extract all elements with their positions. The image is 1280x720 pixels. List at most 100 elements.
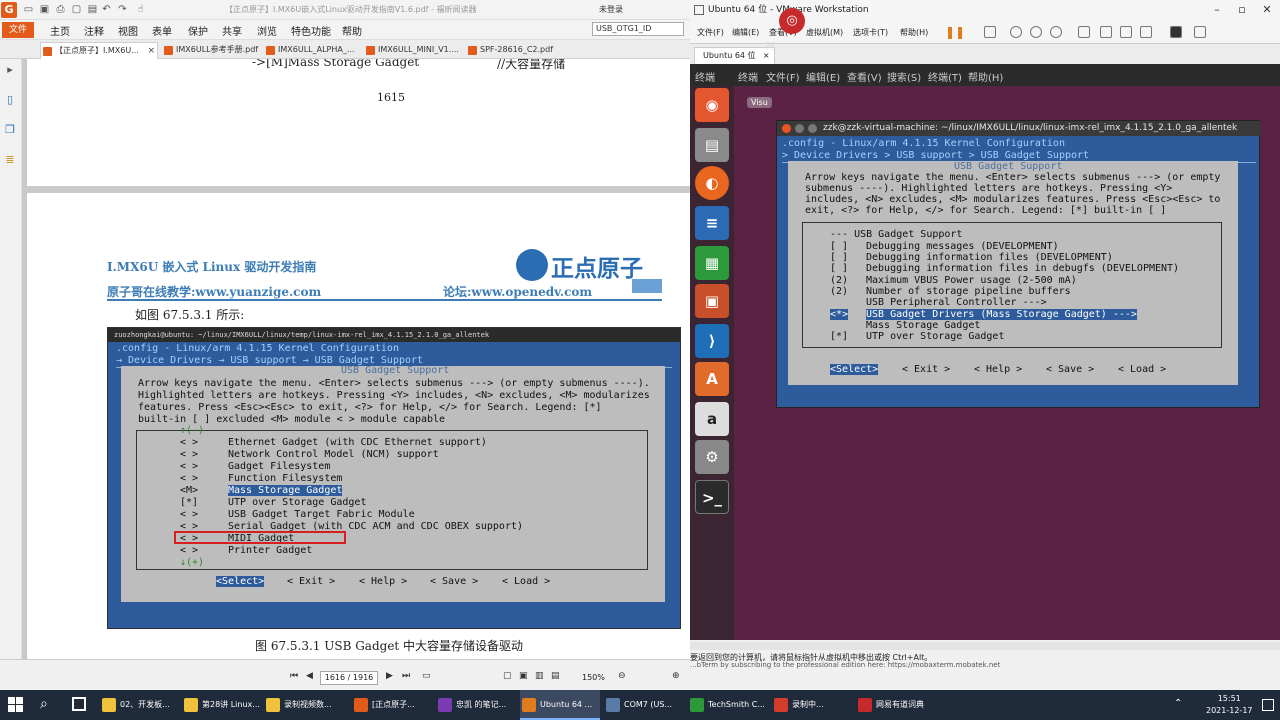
library-icon[interactable] [1078, 26, 1090, 38]
menu-share[interactable]: 共享 [222, 23, 242, 38]
document-view[interactable]: ->[M]Mass Storage Gadget //大容量存储 1615 I.… [22, 59, 690, 659]
terminal-window[interactable]: zzk@zzk-virtual-machine: ~/linux/IMX6ULL… [776, 120, 1261, 408]
notification-icon[interactable] [1262, 699, 1274, 711]
taskbar-item[interactable]: 忠凯 的笔记... [436, 690, 516, 720]
close-icon[interactable] [782, 124, 791, 133]
maximize-icon[interactable] [808, 124, 817, 133]
close-icon[interactable]: ✕ [1260, 3, 1274, 17]
console-icon[interactable] [1170, 26, 1182, 38]
layers-icon[interactable]: ≣ [4, 153, 16, 167]
terminal-icon[interactable]: >_ [695, 480, 729, 514]
minimize-icon[interactable] [795, 124, 804, 133]
files-icon[interactable]: ▤ [695, 128, 729, 162]
taskbar-item[interactable]: 录制中... [772, 690, 852, 720]
firefox-icon[interactable]: ◐ [695, 166, 729, 200]
unity-icon[interactable] [1140, 26, 1152, 38]
top-menu-edit[interactable]: 编辑(E) [806, 69, 840, 84]
page2-icon[interactable]: ▤ [86, 3, 99, 16]
vm-menu-vm[interactable]: 虚拟机(M) [806, 27, 843, 38]
load-button[interactable]: < Load > [1118, 364, 1166, 375]
prev-page-icon[interactable]: ◀ [306, 671, 313, 681]
taskbar-item[interactable]: 录制视频数... [264, 690, 344, 720]
taskbar-item[interactable]: COM7 (US... [604, 690, 684, 720]
vm-menu-help[interactable]: 帮助(H) [900, 27, 928, 38]
save-button[interactable]: < Save > [1046, 364, 1094, 375]
zoom-out-icon[interactable]: ⊖ [618, 671, 626, 681]
clock[interactable]: 15:51 2021-12-17 [1206, 693, 1253, 717]
page-icon[interactable]: ▢ [70, 3, 83, 16]
foxit-app-icon[interactable]: G [1, 2, 17, 18]
menu-comment[interactable]: 注释 [84, 23, 104, 38]
maximize-icon[interactable]: ▫ [1235, 3, 1249, 17]
zoom-in-icon[interactable]: ⊕ [672, 671, 680, 681]
single-page-icon[interactable]: ▢ [503, 671, 512, 681]
menu-protect[interactable]: 保护 [188, 23, 208, 38]
menu-features[interactable]: 特色功能 [291, 23, 331, 38]
page-number-input[interactable]: 1616 / 1916 [320, 671, 378, 685]
undo-icon[interactable]: ↶ [100, 3, 113, 16]
minimize-icon[interactable]: – [1210, 3, 1224, 17]
open-icon[interactable]: ▭ [22, 3, 35, 16]
taskbar-item[interactable]: TechSmith C... [688, 690, 768, 720]
tab-doc-4[interactable]: IMX6ULL_MINI_V1.... [364, 42, 464, 59]
stretch-icon[interactable] [1194, 26, 1206, 38]
taskbar-item-active[interactable]: Ubuntu 64 ... [520, 690, 600, 720]
select-button[interactable]: <Select> [830, 364, 879, 375]
top-menu-search[interactable]: 搜索(S) [887, 69, 921, 84]
vm-menu-file[interactable]: 文件(F) [697, 27, 724, 38]
last-page-icon[interactable]: ⏭ [402, 671, 410, 681]
menu-help[interactable]: 帮助 [342, 23, 362, 38]
bookmark-icon[interactable]: ▯ [4, 93, 16, 107]
snapshot-icon[interactable] [1010, 26, 1022, 38]
tray-expand-icon[interactable]: ⌃ [1174, 698, 1182, 709]
tab-ubuntu[interactable]: Ubuntu 64 位 × [694, 47, 775, 64]
help-button[interactable]: < Help > [974, 364, 1022, 375]
full-screen-icon[interactable] [1120, 26, 1132, 38]
vm-menu-edit[interactable]: 编辑(E) [732, 27, 759, 38]
top-menu-terminal[interactable]: 终端 [738, 69, 758, 84]
netease-music-icon[interactable]: ◎ [779, 8, 805, 34]
taskbar-item[interactable]: [正点原子... [352, 690, 432, 720]
collapse-arrow-icon[interactable]: ▸ [4, 63, 16, 77]
send-keys-icon[interactable] [984, 26, 996, 38]
tab-doc-5[interactable]: SPF-28616_C2.pdf [466, 42, 566, 59]
hand-tool-icon[interactable]: ☝ [134, 3, 147, 16]
redo-icon[interactable]: ↷ [116, 3, 129, 16]
revert-snapshot-icon[interactable] [1030, 26, 1042, 38]
vm-menu-tabs[interactable]: 选项卡(T) [853, 27, 888, 38]
close-icon[interactable]: × [147, 43, 155, 59]
top-menu-help[interactable]: 帮助(H) [968, 69, 1003, 84]
vscode-icon[interactable]: ⟩ [695, 324, 729, 358]
pages-icon[interactable]: ❐ [4, 123, 16, 137]
menu-home[interactable]: 主页 [50, 23, 70, 38]
top-menu-view[interactable]: 查看(V) [847, 69, 882, 84]
taskbar-item[interactable]: 第28讲 Linux... [182, 690, 262, 720]
facing-icon[interactable]: ▥ [535, 671, 544, 681]
tab-doc-3[interactable]: IMX6ULL_ALPHA_... [264, 42, 362, 59]
first-page-icon[interactable]: ⏮ [290, 671, 298, 681]
top-menu-file[interactable]: 文件(F) [766, 69, 800, 84]
ubuntu-dash-icon[interactable]: ◉ [695, 88, 729, 122]
windows-start-icon[interactable] [8, 697, 24, 713]
task-view-icon[interactable] [72, 697, 86, 711]
calc-icon[interactable]: ▦ [695, 246, 729, 280]
next-page-icon[interactable]: ▶ [386, 671, 393, 681]
pause-icon[interactable]: ❚❚ [945, 25, 965, 39]
save-icon[interactable]: ▣ [38, 3, 51, 16]
split-view-icon[interactable] [1100, 26, 1112, 38]
snapshot-manager-icon[interactable] [1050, 26, 1062, 38]
menu-view[interactable]: 视图 [118, 23, 138, 38]
continuous-icon[interactable]: ▣ [519, 671, 528, 681]
login-status[interactable]: 未登录 [599, 4, 623, 15]
tab-doc-2[interactable]: IMX6ULL参考手册.pdf [162, 42, 262, 59]
horizontal-scrollbar[interactable] [690, 642, 1280, 650]
settings-icon[interactable]: ⚙ [695, 440, 729, 474]
top-menu-term[interactable]: 终端(T) [928, 69, 962, 84]
print-icon[interactable]: ⎙ [54, 3, 67, 16]
amazon-icon[interactable]: a [695, 402, 729, 436]
menu-browse[interactable]: 浏览 [257, 23, 277, 38]
cover-icon[interactable]: ▤ [551, 671, 560, 681]
taskbar-item[interactable]: 02、开发板... [100, 690, 180, 720]
search-input[interactable]: USB_OTG1_ID [592, 22, 684, 36]
impress-icon[interactable]: ▣ [695, 284, 729, 318]
